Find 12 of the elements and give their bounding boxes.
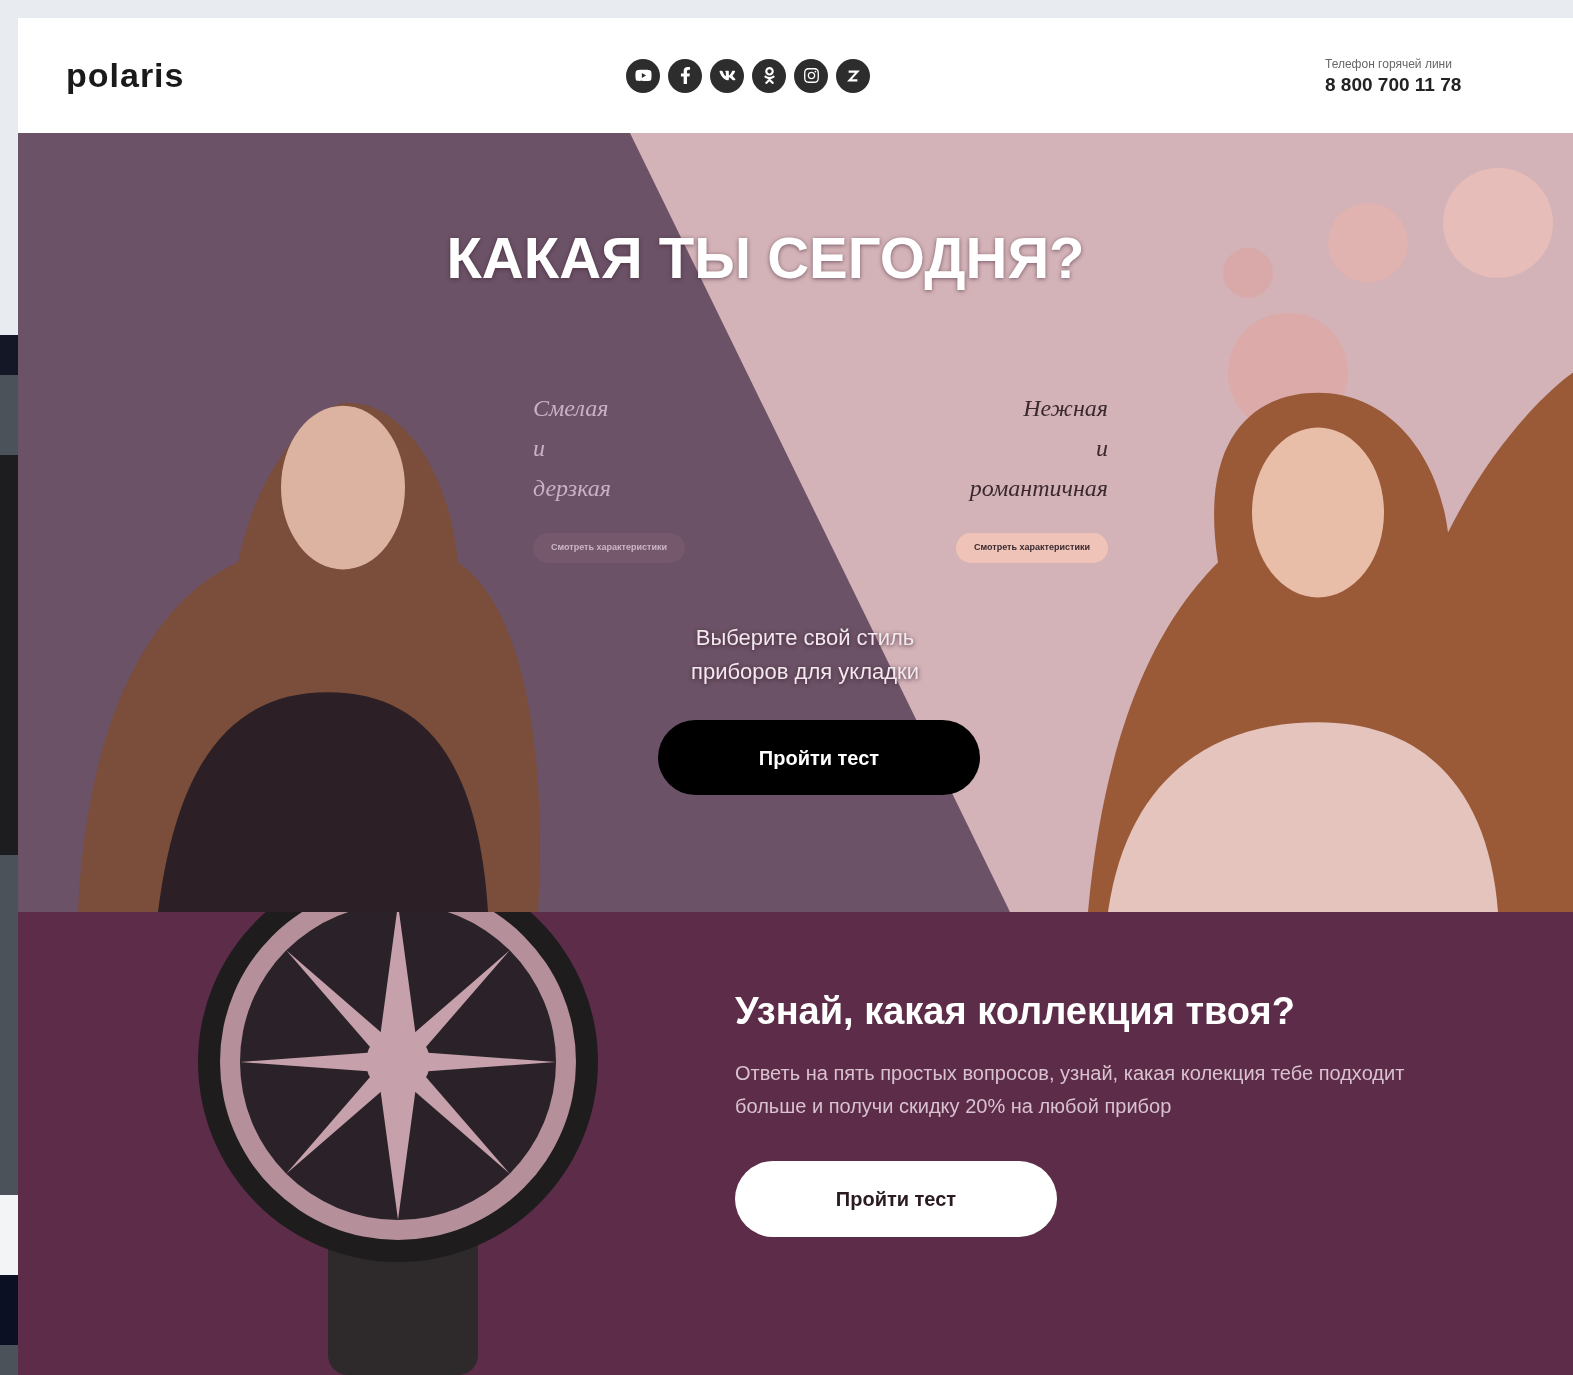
hotline-phone[interactable]: 8 800 700 11 78: [1325, 72, 1462, 97]
instagram-icon[interactable]: [794, 58, 828, 93]
zen-icon[interactable]: [836, 58, 870, 93]
logo[interactable]: polaris: [66, 50, 626, 101]
odnoklassniki-icon[interactable]: [752, 58, 786, 93]
quiz-title: Узнай, какая коллекция твоя?: [735, 989, 1296, 1034]
take-test-button[interactable]: Пройти тест: [735, 1161, 1057, 1237]
facebook-icon[interactable]: [668, 58, 702, 93]
youtube-icon[interactable]: [626, 58, 660, 93]
quiz-text: Ответь на пять простых вопросов, узнай, какая колекция тебе подходит больше и получи скидку 20% на любой прибор: [735, 1061, 1406, 1119]
vk-icon[interactable]: [710, 58, 744, 93]
hotline-label: Телефон горячей лини: [1325, 55, 1452, 73]
